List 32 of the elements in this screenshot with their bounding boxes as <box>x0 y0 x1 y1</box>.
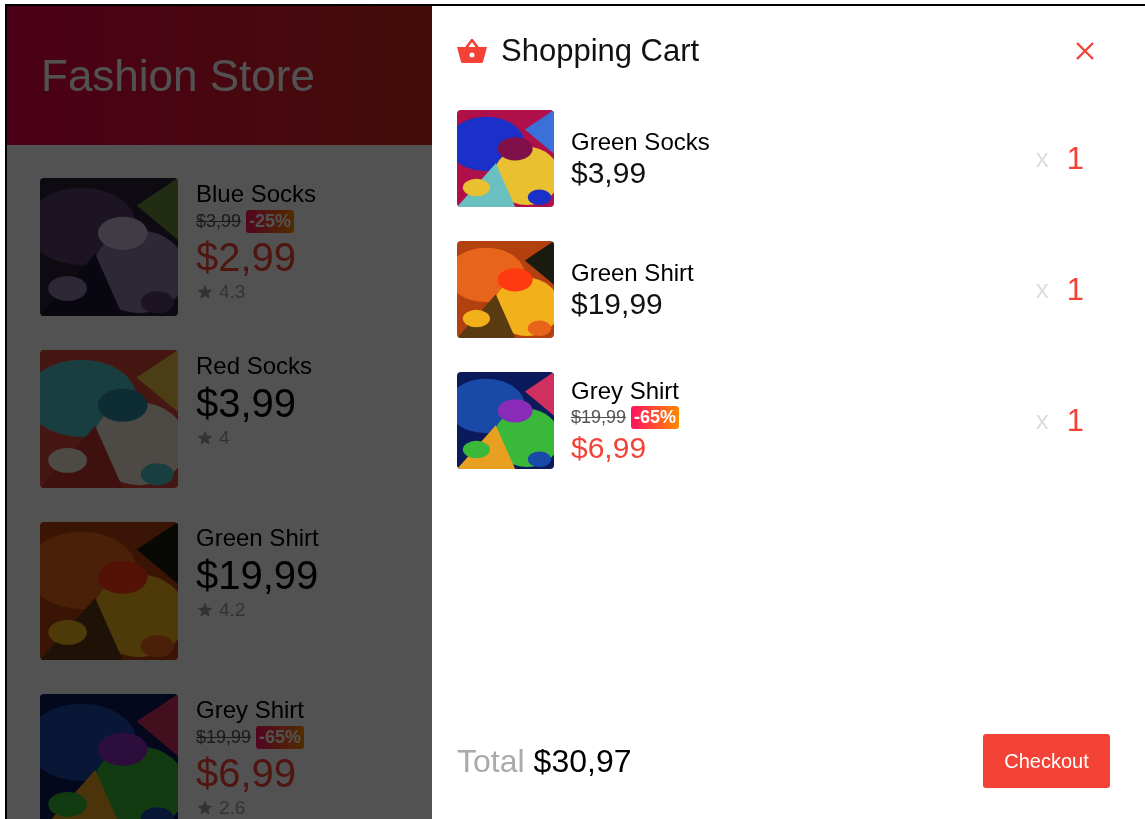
price: $19,99 <box>571 286 664 321</box>
price: $3,99 <box>196 380 298 426</box>
star-icon <box>196 429 214 447</box>
product-name: Grey Shirt <box>571 376 681 405</box>
discount-badge: -65% <box>256 725 305 749</box>
old-price: $19,99 <box>571 407 627 428</box>
price: $3,99 <box>571 155 648 190</box>
close-icon[interactable] <box>1075 41 1095 61</box>
discount-badge: -25% <box>246 209 295 233</box>
star-icon <box>196 799 214 817</box>
store-title: Fashion Store <box>41 50 315 101</box>
product-name: Grey Shirt <box>196 696 305 724</box>
product-name: Green Socks <box>571 127 711 156</box>
checkout-button[interactable]: Checkout <box>983 734 1110 788</box>
product-name: Green Shirt <box>571 258 695 287</box>
cart-title: Shopping Cart <box>501 33 701 69</box>
star-icon <box>196 601 214 619</box>
star-icon <box>196 283 214 301</box>
total-label: Total <box>457 742 525 780</box>
price: $2,99 <box>196 234 298 280</box>
product-name: Blue Socks <box>196 180 317 208</box>
price: $6,99 <box>196 750 298 796</box>
quantity: 1 <box>1066 271 1084 308</box>
total-amount: $30,97 <box>533 742 633 780</box>
product-name: Red Socks <box>196 352 313 380</box>
basket-icon <box>457 39 487 63</box>
price: $6,99 <box>571 430 648 465</box>
discount-badge: -65% <box>631 406 680 429</box>
quantity: 1 <box>1066 140 1084 177</box>
quantity: 1 <box>1066 402 1084 439</box>
price: $19,99 <box>196 552 319 598</box>
product-name: Green Shirt <box>196 524 319 552</box>
